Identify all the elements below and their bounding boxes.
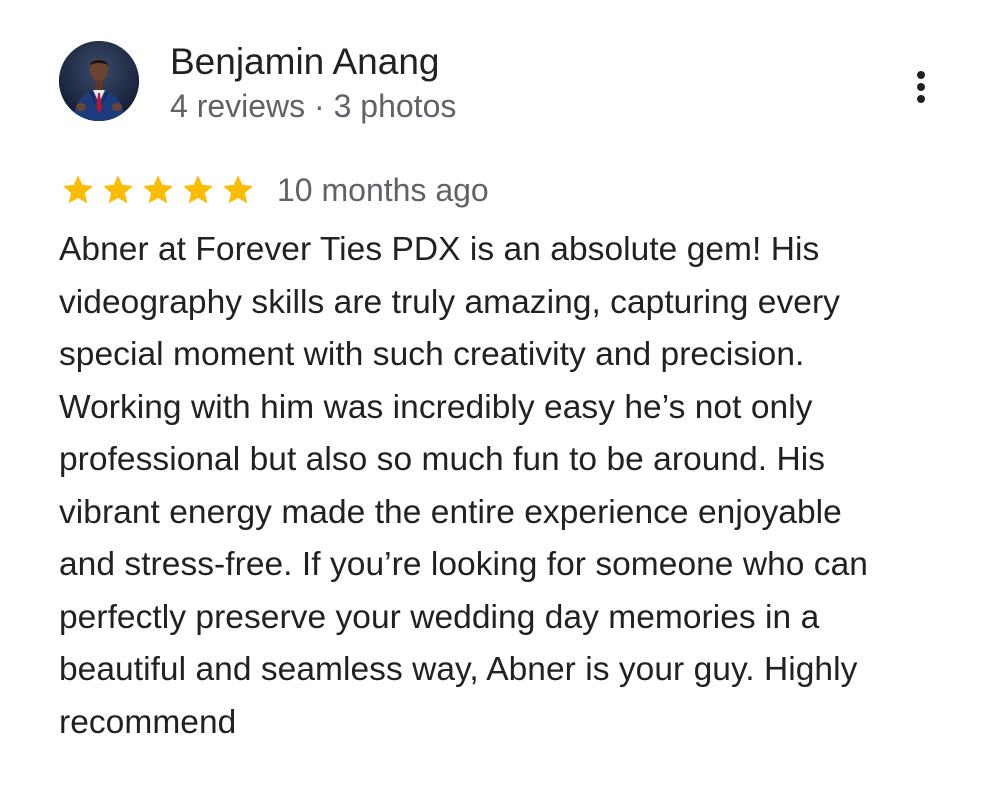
star-icon — [143, 175, 173, 204]
more-vert-icon — [917, 71, 925, 103]
star-icon — [183, 175, 213, 204]
reviewer-name[interactable]: Benjamin Anang — [170, 40, 439, 84]
reviewer-stats: 4 reviews · 3 photos — [170, 88, 457, 124]
more-options-button[interactable] — [900, 62, 942, 112]
review-card: Benjamin Anang 4 reviews · 3 photos 10 m… — [0, 0, 988, 803]
reviewer-avatar[interactable] — [59, 41, 139, 121]
review-text: Abner at Forever Ties PDX is an absolute… — [59, 231, 868, 741]
star-icon — [63, 175, 93, 204]
rating-row: 10 months ago — [59, 168, 489, 212]
star-icon — [103, 175, 133, 204]
star-rating — [59, 172, 257, 208]
star-icon — [223, 175, 253, 204]
review-date: 10 months ago — [277, 172, 489, 208]
person-avatar-photo — [59, 41, 139, 121]
